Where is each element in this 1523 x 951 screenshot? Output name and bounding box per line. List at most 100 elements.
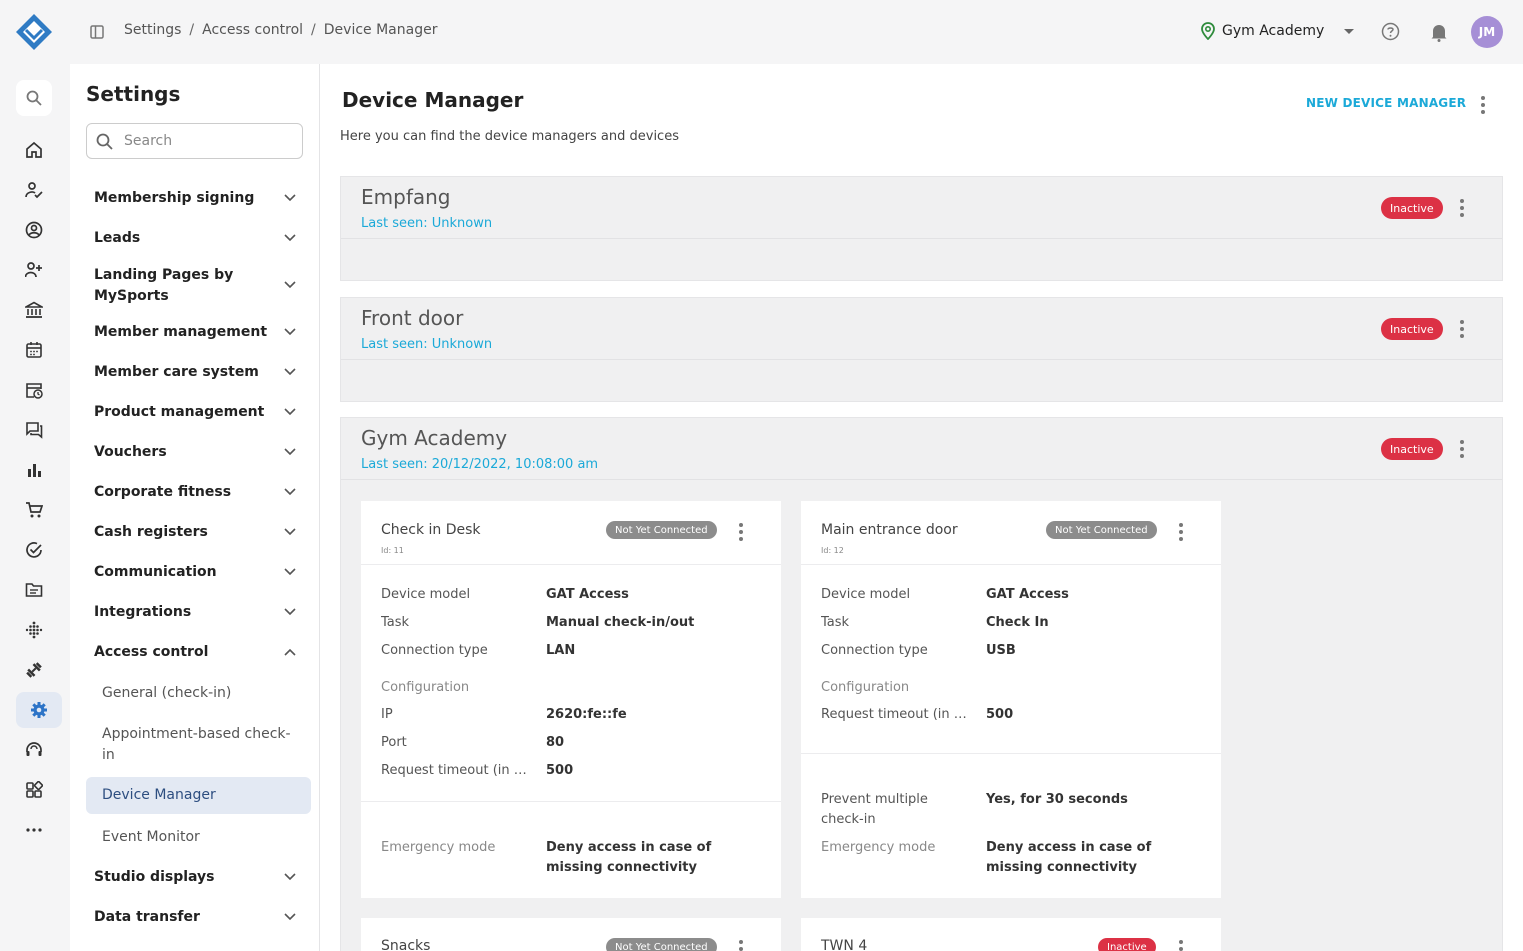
chevron-up-icon <box>284 648 296 656</box>
rail-shop[interactable] <box>16 492 52 528</box>
field-label: Connection type <box>821 643 928 658</box>
app-logo[interactable] <box>15 13 53 51</box>
rail-user-check[interactable] <box>16 172 52 208</box>
menu-communication[interactable]: Communication <box>86 562 304 583</box>
status-badge: Inactive <box>1381 318 1443 340</box>
menu-product-management[interactable]: Product management <box>86 402 304 423</box>
device-more-icon[interactable] <box>738 940 744 951</box>
device-header: Snacks Not Yet Connected <box>361 918 781 951</box>
menu-membership-signing[interactable]: Membership signing <box>86 188 304 209</box>
field-value: Check In <box>986 615 1049 630</box>
headset-icon <box>26 742 42 756</box>
menu-corporate-fitness[interactable]: Corporate fitness <box>86 482 304 503</box>
field-value: Manual check-in/out <box>546 615 695 630</box>
menu-member-management[interactable]: Member management <box>86 322 304 343</box>
breadcrumb-access-control[interactable]: Access control <box>202 22 303 38</box>
rail-documents[interactable] <box>16 572 52 608</box>
device-manager-last-seen: Last seen: Unknown <box>361 337 493 352</box>
menu-item-label: Communication <box>94 564 217 580</box>
menu-item-label: Membership signing <box>94 190 255 206</box>
menu-vouchers[interactable]: Vouchers <box>86 442 304 463</box>
menu-leads[interactable]: Leads <box>86 228 304 249</box>
submenu-item-label: Event Monitor <box>102 829 200 845</box>
menu-landing-pages[interactable]: Landing Pages by MySports <box>86 265 304 307</box>
device-more-icon[interactable] <box>1178 940 1184 951</box>
studio-selector[interactable]: Gym Academy <box>1200 22 1355 40</box>
device-manager-more-icon[interactable] <box>1459 320 1465 338</box>
device-card: Check in Desk Id: 11 Not Yet Connected D… <box>361 501 781 898</box>
rail-messages[interactable] <box>16 412 52 448</box>
rail-profile[interactable] <box>16 212 52 248</box>
user-circle-icon <box>25 221 43 239</box>
rail-calendar[interactable] <box>16 332 52 368</box>
submenu-appointment-check-in[interactable]: Appointment-based check-in <box>86 724 311 766</box>
device-more-icon[interactable] <box>1178 523 1184 541</box>
menu-cash-registers[interactable]: Cash registers <box>86 522 304 543</box>
menu-access-control[interactable]: Access control <box>86 642 304 663</box>
rail-fitbit[interactable] <box>16 612 52 648</box>
rail-tasks[interactable] <box>16 532 52 568</box>
rail-finance[interactable] <box>16 292 52 328</box>
dots-grid-icon <box>25 621 43 639</box>
breadcrumb-settings[interactable]: Settings <box>124 22 181 38</box>
settings-search-input[interactable] <box>124 131 294 151</box>
device-id: Id: 11 <box>381 546 404 555</box>
device-manager-name: Front door <box>361 306 464 330</box>
rail-settings[interactable] <box>16 692 62 728</box>
device-name: TWN 4 <box>821 938 868 951</box>
device-header: TWN 4 Inactive <box>801 918 1221 951</box>
status-badge: Inactive <box>1098 938 1156 951</box>
rail-search[interactable] <box>16 80 52 116</box>
menu-item-label: Vouchers <box>94 444 167 460</box>
device-manager-last-seen: Last seen: Unknown <box>361 216 493 231</box>
submenu-item-label: Device Manager <box>102 787 216 803</box>
rail-analytics[interactable] <box>16 452 52 488</box>
submenu-item-label: Appointment-based check-in <box>102 726 291 763</box>
rail-schedule[interactable] <box>16 372 52 408</box>
rail-training[interactable] <box>16 652 52 688</box>
menu-member-care-system[interactable]: Member care system <box>86 362 304 383</box>
device-manager-header: Front door Last seen: Unknown Inactive <box>341 298 1502 360</box>
rail-home[interactable] <box>16 132 52 168</box>
menu-item-label: Cash registers <box>94 524 208 540</box>
divider <box>801 753 1221 754</box>
rail-support[interactable] <box>16 732 52 768</box>
settings-search[interactable] <box>86 123 303 159</box>
field-label: Emergency mode <box>821 840 936 855</box>
help-icon[interactable] <box>1381 22 1400 41</box>
notifications-icon[interactable] <box>1430 22 1448 42</box>
page-more-icon[interactable] <box>1480 96 1486 114</box>
device-manager-more-icon[interactable] <box>1459 440 1465 458</box>
menu-integrations[interactable]: Integrations <box>86 602 304 623</box>
field-value: 500 <box>546 763 574 778</box>
rail-add-user[interactable] <box>16 252 52 288</box>
submenu-general-check-in[interactable]: General (check-in) <box>86 683 311 704</box>
breadcrumb: Settings / Access control / Device Manag… <box>124 22 437 38</box>
home-icon <box>26 141 42 158</box>
chevron-down-icon <box>284 234 296 242</box>
device-more-icon[interactable] <box>738 523 744 541</box>
device-manager-card: Empfang Last seen: Unknown Inactive <box>340 176 1503 281</box>
chevron-down-icon <box>284 368 296 376</box>
device-id: Id: 12 <box>821 546 844 555</box>
device-manager-header: Empfang Last seen: Unknown Inactive <box>341 177 1502 239</box>
field-label: Device model <box>381 587 471 602</box>
sidebar-toggle-icon[interactable] <box>88 23 106 41</box>
menu-data-transfer[interactable]: Data transfer <box>86 907 304 928</box>
device-manager-last-seen: Last seen: 20/12/2022, 10:08:00 am <box>361 457 599 472</box>
menu-studio-displays[interactable]: Studio displays <box>86 867 304 888</box>
submenu-event-monitor[interactable]: Event Monitor <box>86 827 311 848</box>
rail-more[interactable] <box>16 812 52 848</box>
location-pin-icon <box>1201 22 1215 40</box>
submenu-device-manager[interactable]: Device Manager <box>86 777 311 814</box>
main-content: Device Manager Here you can find the dev… <box>320 64 1523 951</box>
field-value: LAN <box>546 643 576 658</box>
cart-icon <box>26 502 43 518</box>
user-avatar[interactable]: JM <box>1471 16 1503 48</box>
new-device-manager-button[interactable]: NEW DEVICE MANAGER <box>1306 96 1466 110</box>
rail-apps[interactable] <box>16 772 52 808</box>
status-badge: Not Yet Connected <box>606 938 717 951</box>
chevron-down-icon <box>284 281 296 289</box>
device-manager-more-icon[interactable] <box>1459 199 1465 217</box>
field-label: Port <box>381 735 407 750</box>
